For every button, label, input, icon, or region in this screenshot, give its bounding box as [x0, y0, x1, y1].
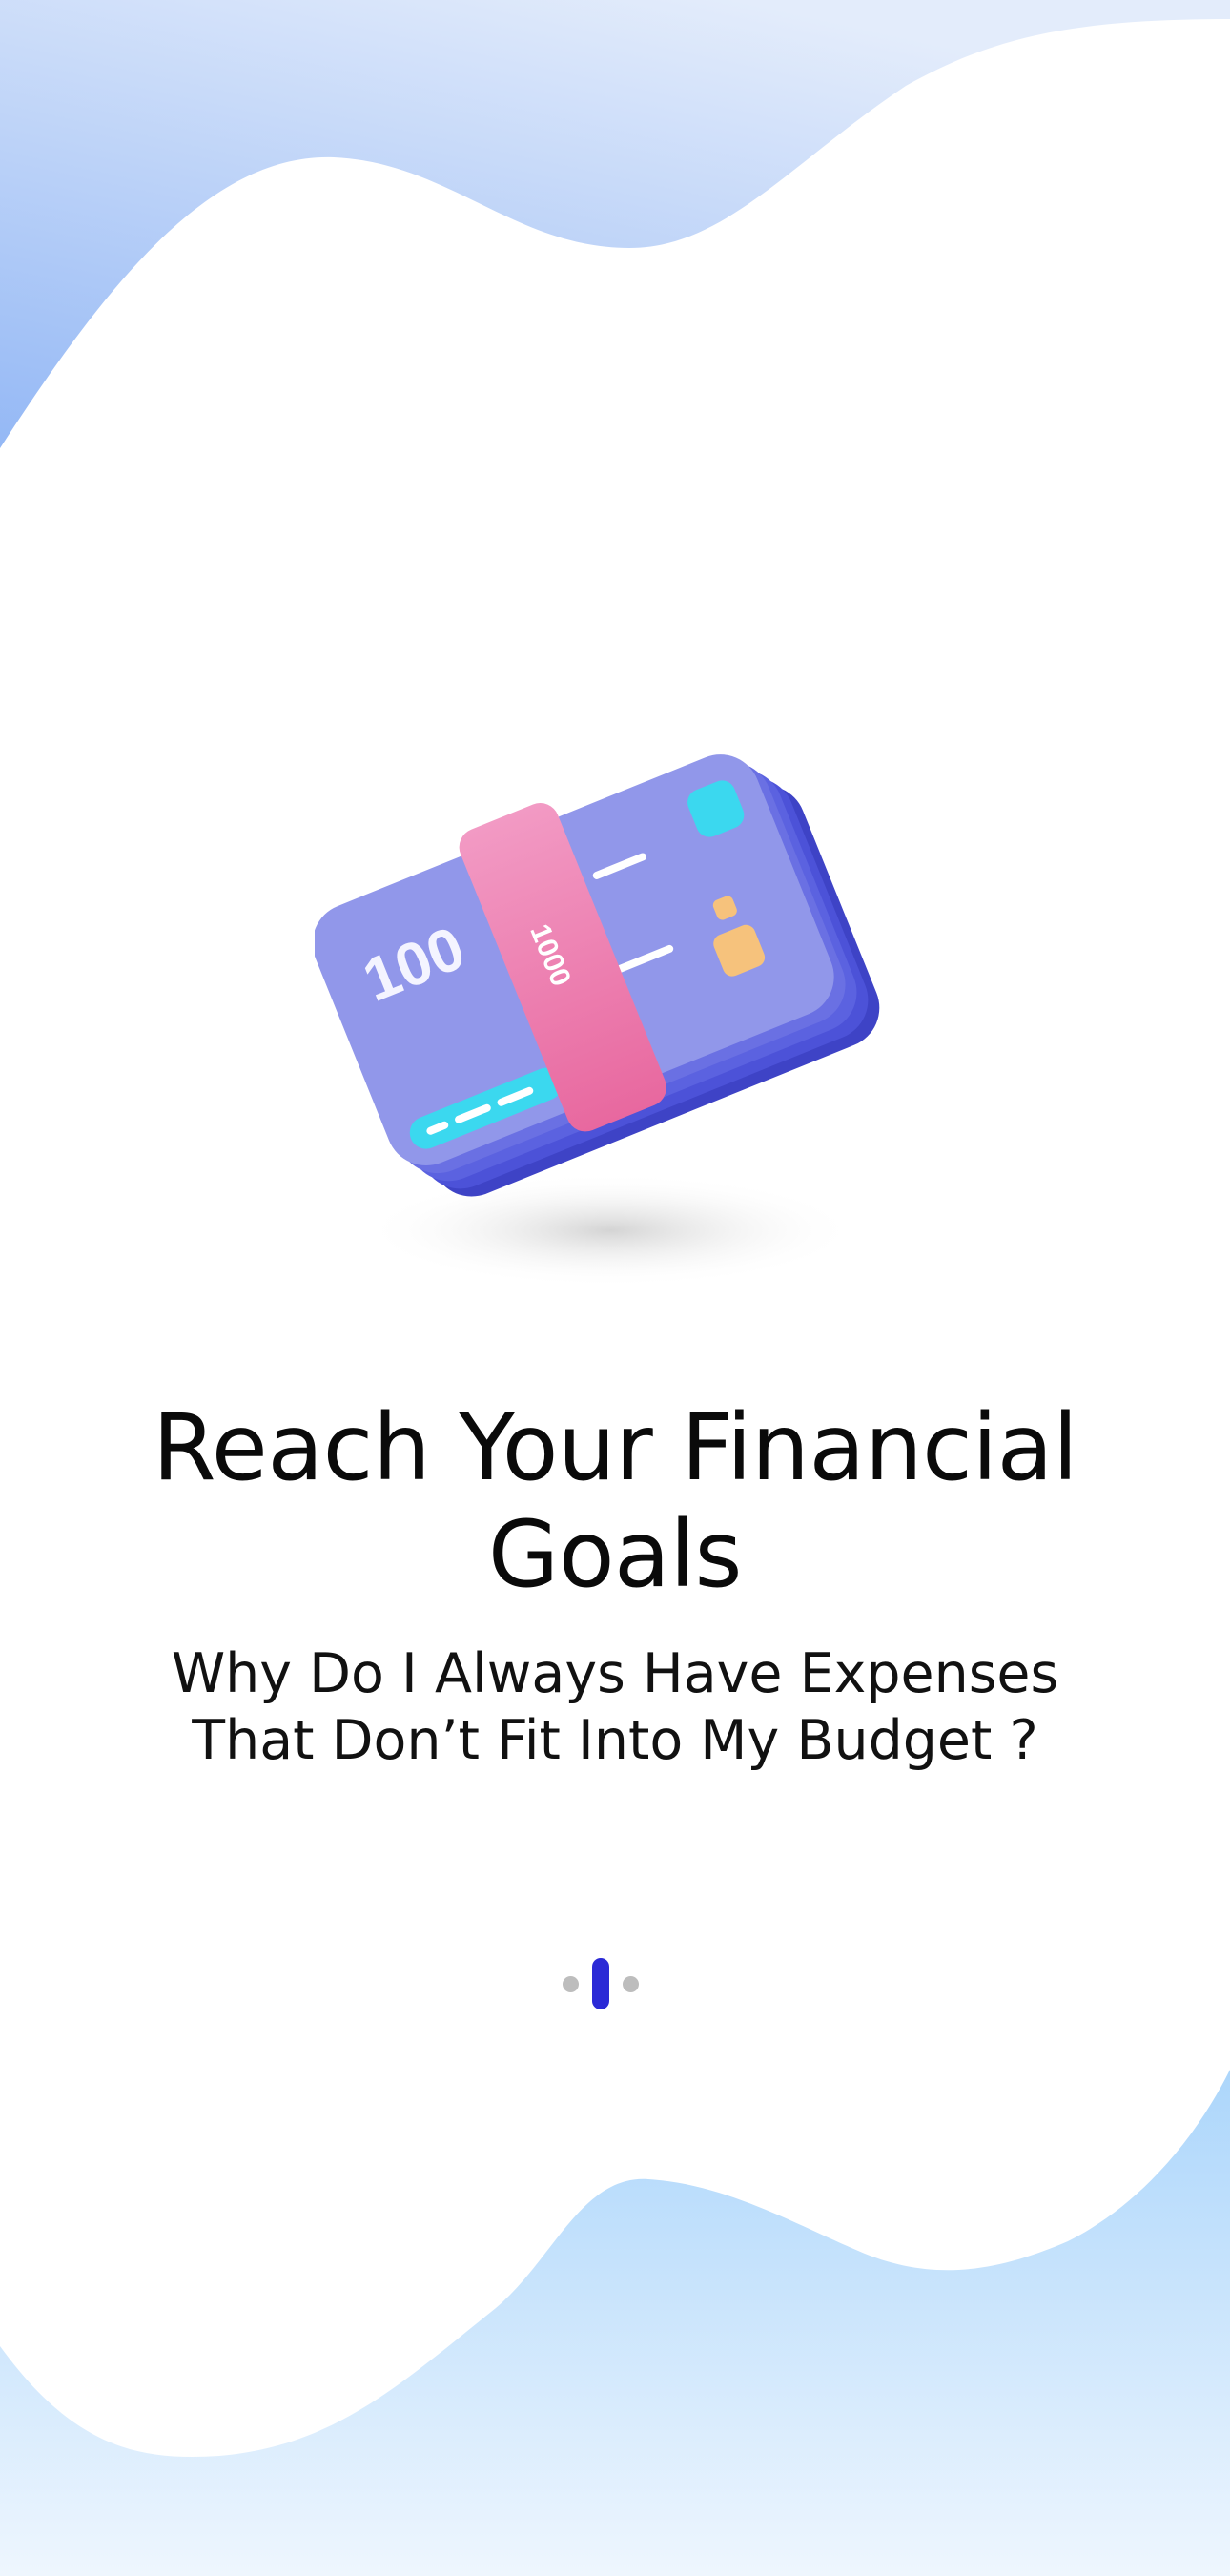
subtitle-line-2: That Don’t Fit Into My Budget ? — [192, 1709, 1038, 1772]
page-title: Reach Your Financial Goals — [152, 1394, 1078, 1608]
page-dot-3[interactable] — [623, 1975, 639, 1992]
page-subtitle: Why Do I Always Have Expenses That Don’t… — [114, 1640, 1116, 1774]
page-indicator — [563, 1957, 639, 2010]
page-dot-1[interactable] — [563, 1975, 579, 1992]
onboarding-screen: 100 1000 Reach Your Financial Goals Why … — [0, 0, 1230, 2576]
money-stack-icon: 100 1000 — [315, 754, 880, 1288]
bottom-wave-background — [0, 2070, 1230, 2576]
top-wave-background — [0, 0, 1230, 448]
subtitle-line-1: Why Do I Always Have Expenses — [171, 1642, 1059, 1705]
page-dot-2-active[interactable] — [592, 1958, 609, 2009]
